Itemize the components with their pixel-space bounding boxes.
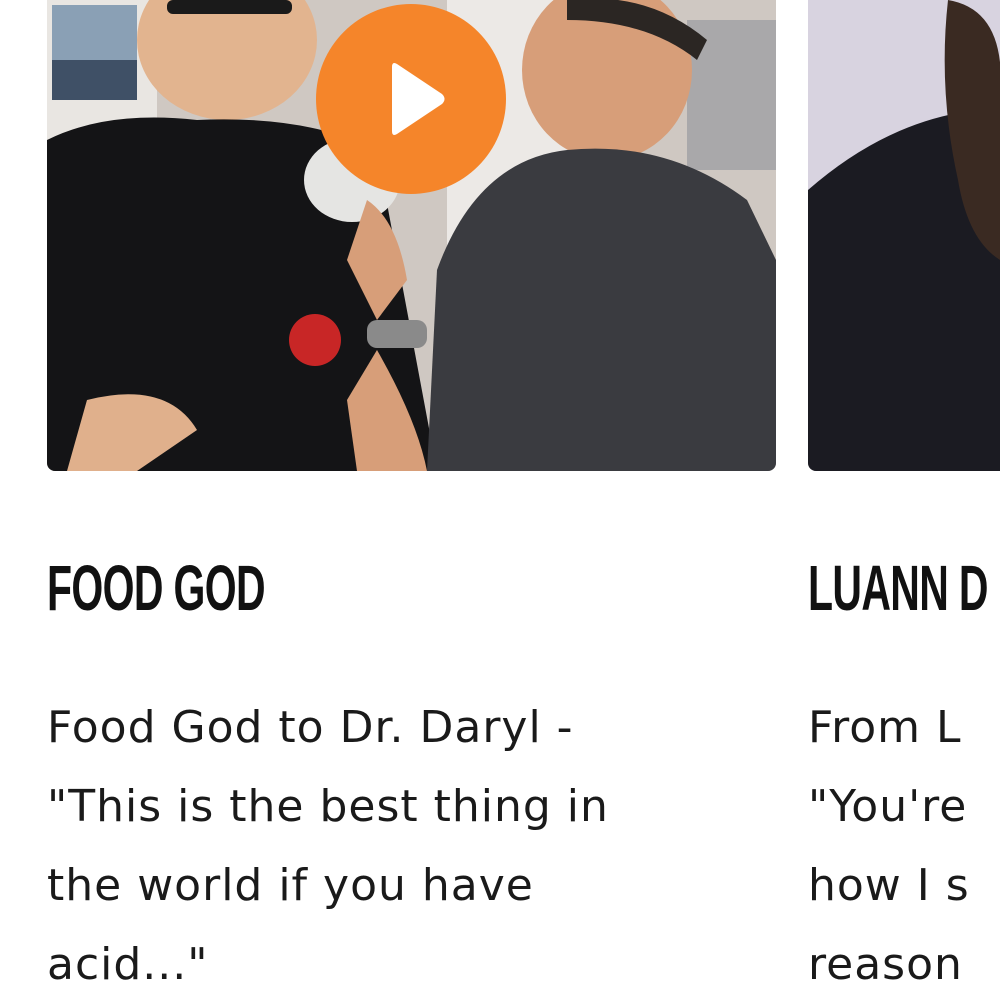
video-card-luann[interactable]: LUANN D From L "You're how I s reason	[808, 0, 1000, 990]
video-description: From L "You're how I s reason	[808, 702, 970, 990]
thumbnail-image	[808, 0, 1000, 471]
video-carousel[interactable]: FOOD GOD Food God to Dr. Daryl - "This i…	[0, 0, 1000, 1000]
play-button[interactable]	[316, 4, 506, 194]
video-description: Food God to Dr. Daryl - "This is the bes…	[47, 702, 609, 990]
video-card-food-god[interactable]: FOOD GOD Food God to Dr. Daryl - "This i…	[47, 0, 776, 990]
video-title[interactable]: FOOD GOD	[47, 548, 266, 628]
play-icon	[316, 4, 506, 194]
video-thumbnail[interactable]	[47, 0, 776, 471]
video-thumbnail[interactable]	[808, 0, 1000, 471]
video-title[interactable]: LUANN D	[808, 548, 988, 628]
